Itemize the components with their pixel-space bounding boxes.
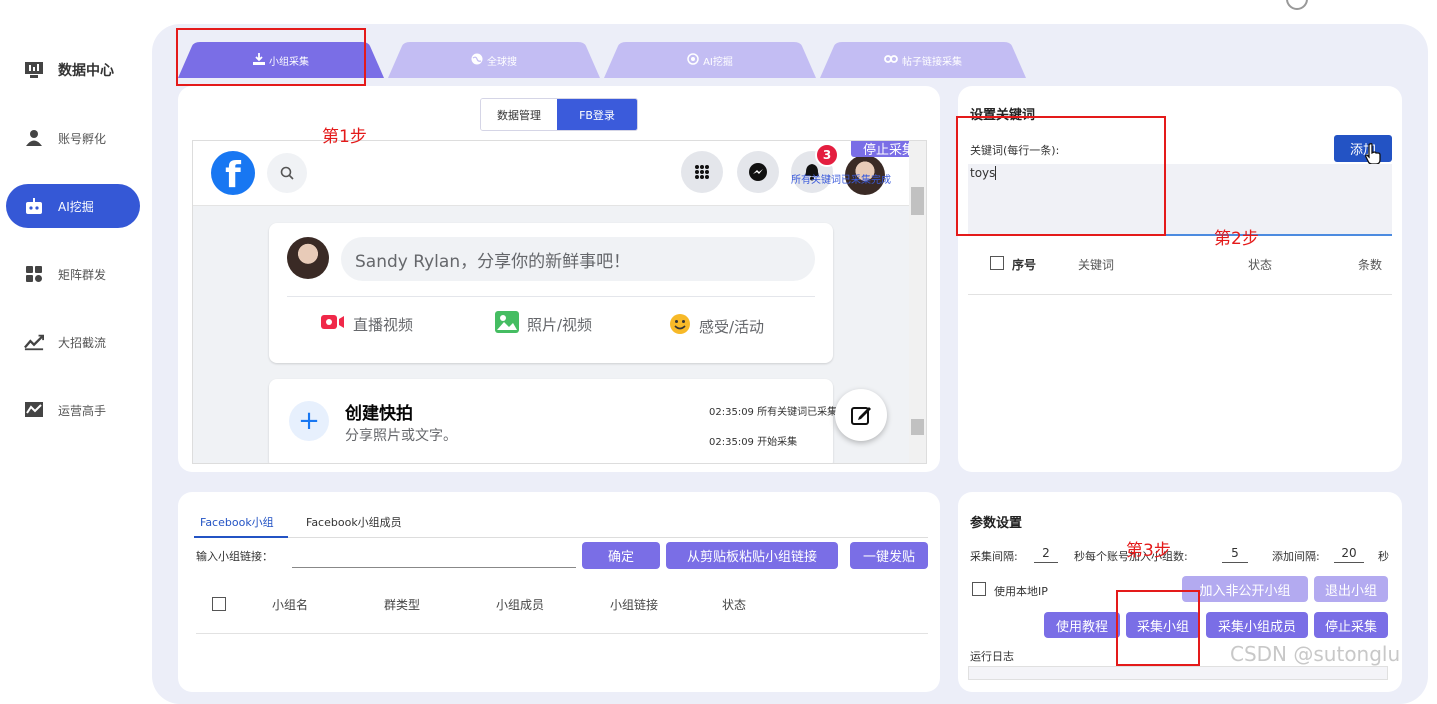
plus-icon[interactable]: +: [289, 401, 329, 441]
facebook-logo[interactable]: f: [211, 151, 255, 195]
col-group-status: 状态: [722, 598, 747, 612]
groups-select-all-checkbox[interactable]: [212, 597, 226, 611]
sidebar-item-label: 数据中心: [58, 63, 114, 79]
fb-login-button[interactable]: FB登录: [557, 99, 637, 130]
story-subtitle: 分享照片或文字。: [345, 428, 457, 444]
use-local-ip-checkbox[interactable]: [972, 582, 986, 596]
per-account-input[interactable]: 5: [1222, 546, 1248, 563]
globe-icon: [471, 53, 483, 68]
col-group-link: 小组链接: [610, 598, 659, 612]
sidebar-item-label: AI挖掘: [58, 199, 94, 214]
active-tab-indicator: [194, 536, 288, 538]
photo-icon: [495, 311, 519, 337]
messenger-icon[interactable]: [737, 151, 779, 193]
annotation-box-step3: [1116, 590, 1200, 666]
facebook-webview: f 3 所有关键词已采集完成 停止采集 Sandy Rylan，分享你的新鲜事吧…: [192, 140, 927, 464]
scrollbar-thumb[interactable]: [911, 187, 924, 215]
col-group-members: 小组成员: [496, 598, 545, 612]
data-manage-button[interactable]: 数据管理: [481, 99, 557, 130]
edit-compose-icon[interactable]: [835, 389, 887, 441]
menu-grid-icon[interactable]: [681, 151, 723, 193]
tutorial-button[interactable]: 使用教程: [1044, 612, 1120, 638]
add-interval-label: 添加间隔:: [1272, 550, 1320, 563]
sidebar-item-operations[interactable]: 运营高手: [0, 388, 150, 432]
groups-table-divider: [196, 633, 928, 634]
trend-icon: [24, 332, 44, 352]
segment-control: 数据管理 FB登录: [480, 98, 638, 131]
interval-input[interactable]: 2: [1034, 546, 1058, 563]
tab-facebook-group[interactable]: Facebook小组: [200, 514, 274, 530]
sidebar-item-label: 大招截流: [58, 335, 107, 350]
table-divider: [968, 294, 1392, 295]
one-click-post-button[interactable]: 一键发贴: [850, 542, 928, 569]
link-icon: [884, 53, 898, 68]
composer-divider: [287, 296, 815, 297]
interval-label: 采集间隔:: [970, 550, 1018, 563]
paste-from-clipboard-button[interactable]: 从剪贴板粘贴小组链接: [666, 542, 838, 569]
overlay-status-text: 所有关键词已采集完成: [791, 175, 891, 186]
col-group-type: 群类型: [384, 598, 421, 612]
photo-video-action[interactable]: 照片/视频: [495, 311, 592, 337]
seconds-unit: 秒: [1378, 550, 1389, 563]
log-line-2: 02:35:09 开始采集: [709, 437, 798, 448]
confirm-button[interactable]: 确定: [582, 542, 660, 569]
robot-icon: [24, 196, 44, 216]
tab-ai-mining[interactable]: AI挖掘: [604, 42, 816, 78]
add-interval-input[interactable]: 20: [1334, 546, 1364, 563]
run-log-label: 运行日志: [970, 650, 1014, 663]
add-keyword-button[interactable]: 添加: [1334, 135, 1392, 162]
sidebar-item-label: 账号孵化: [58, 131, 107, 146]
col-keyword: 关键词: [1078, 258, 1115, 272]
groups-card: [178, 492, 940, 692]
sidebar-item-account[interactable]: 账号孵化: [0, 116, 150, 160]
live-video-icon: [321, 313, 345, 335]
tab-facebook-group-members[interactable]: Facebook小组成员: [306, 514, 402, 530]
sidebar-item-label: 矩阵群发: [58, 267, 107, 282]
use-local-ip-label: 使用本地IP: [994, 585, 1048, 598]
story-title: 创建快拍: [345, 404, 413, 424]
sidebar-item-ai-mining[interactable]: AI挖掘: [6, 184, 140, 228]
annotation-step1: 第1步: [322, 127, 367, 147]
user-icon: [24, 128, 44, 148]
annotation-box-step1: [176, 28, 366, 86]
ai-icon: [687, 52, 699, 68]
matrix-icon: [24, 264, 44, 284]
sidebar-item-label: 运营高手: [58, 403, 107, 418]
sidebar-item-intercept[interactable]: 大招截流: [0, 320, 150, 364]
user-avatar-partial[interactable]: [1286, 0, 1308, 10]
chart-icon: [24, 400, 44, 420]
composer-avatar: [287, 237, 329, 279]
search-icon[interactable]: [267, 153, 307, 193]
sidebar-item-data-center[interactable]: 数据中心: [0, 48, 150, 92]
tab-post-link-collect[interactable]: 帖子链接采集: [820, 42, 1026, 78]
join-private-group-button[interactable]: 加入非公开小组: [1182, 576, 1308, 602]
scrollbar[interactable]: [909, 141, 926, 463]
notification-badge: 3: [815, 143, 839, 167]
feeling-activity-action[interactable]: 感受/活动: [669, 313, 764, 339]
params-title: 参数设置: [970, 516, 1023, 531]
exit-group-button[interactable]: 退出小组: [1314, 576, 1388, 602]
annotation-step3: 第3步: [1126, 541, 1171, 561]
annotation-box-step2: [956, 116, 1166, 236]
col-group-name: 小组名: [272, 598, 309, 612]
stop-collect-button[interactable]: 停止采集: [1314, 612, 1388, 638]
group-link-label: 输入小组链接：: [196, 550, 273, 563]
watermark: CSDN @sutonglu: [1230, 642, 1401, 666]
annotation-step2: 第2步: [1214, 229, 1259, 249]
tab-global-search[interactable]: 全球搜: [388, 42, 600, 78]
live-video-action[interactable]: 直播视频: [321, 313, 413, 335]
composer-input[interactable]: Sandy Rylan，分享你的新鲜事吧！: [341, 237, 815, 281]
select-all-checkbox[interactable]: [990, 256, 1004, 270]
sidebar-item-matrix[interactable]: 矩阵群发: [0, 252, 150, 296]
scrollbar-thumb-lower[interactable]: [911, 419, 924, 435]
smiley-icon: [669, 313, 691, 339]
tab-baseline: [288, 537, 928, 538]
collect-group-members-button[interactable]: 采集小组成员: [1206, 612, 1308, 638]
data-center-icon: [24, 60, 44, 80]
run-log-box[interactable]: [968, 666, 1388, 680]
col-index: 序号: [1012, 258, 1037, 272]
col-status: 状态: [1248, 258, 1273, 272]
group-link-input[interactable]: [292, 545, 576, 568]
col-count: 条数: [1358, 258, 1383, 272]
